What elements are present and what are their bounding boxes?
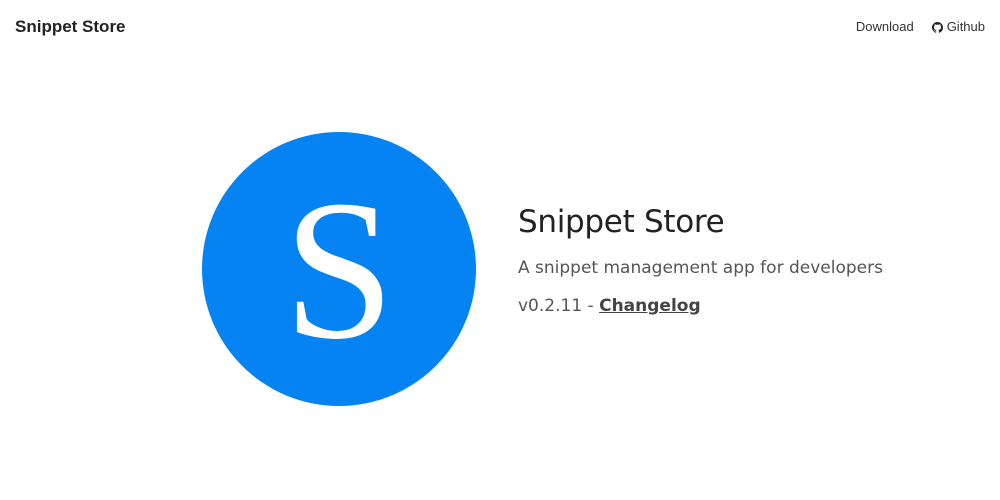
nav-links: Download Github [856, 18, 985, 36]
download-link[interactable]: Download [856, 18, 914, 36]
download-link-label: Download [855, 19, 914, 34]
hero-text: Snippet Store A snippet management app f… [518, 200, 988, 318]
changelog-link[interactable]: Changelog [599, 296, 701, 316]
version-line: v0.2.11 - Changelog [518, 294, 988, 318]
hero-tagline: A snippet management app for developers [518, 258, 883, 278]
app-logo: S [202, 132, 476, 406]
logo-letter: S [283, 160, 395, 381]
version-number: v0.2.11 [518, 296, 583, 316]
github-link[interactable]: Github [931, 18, 985, 36]
hero-title: Snippet Store [518, 204, 725, 240]
navbar: Snippet Store Download Github [0, 0, 1000, 54]
version-separator: - [582, 296, 600, 316]
brand-link[interactable]: Snippet Store [15, 17, 126, 37]
github-link-label: Github [946, 19, 985, 34]
github-icon [931, 21, 943, 33]
